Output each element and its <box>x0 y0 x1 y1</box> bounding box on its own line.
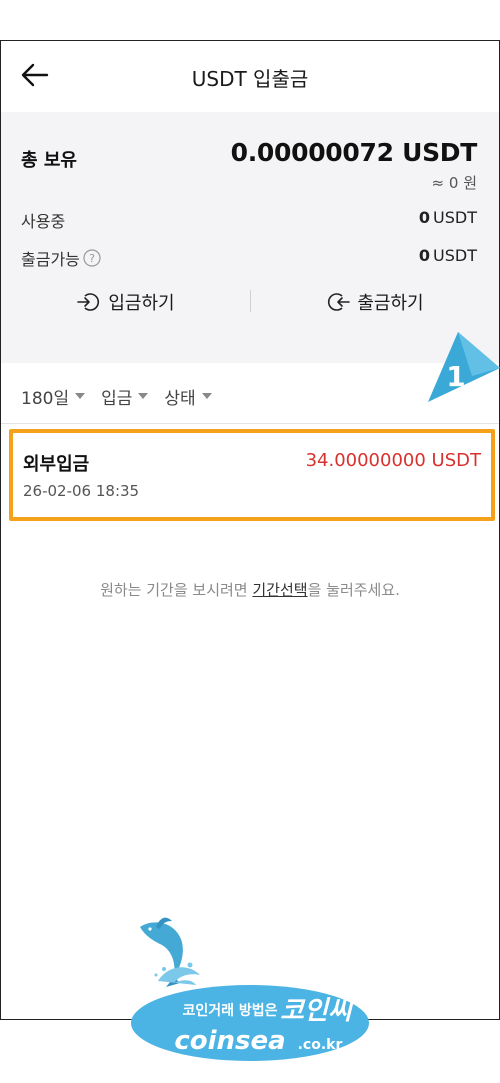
transaction-type: 외부입금 <box>23 454 90 475</box>
total-holdings-value: 0.00000072 USDT <box>230 138 478 167</box>
total-holdings-row: 총 보유 0.00000072 USDT ≈ 0 원 <box>21 138 477 192</box>
dolphin-icon <box>140 917 200 987</box>
withdrawable-value: 0 USDT <box>418 246 477 265</box>
balance-summary: 총 보유 0.00000072 USDT ≈ 0 원 사용중 0 USDT 출금가… <box>1 112 499 363</box>
svg-text:코인씨: 코인씨 <box>280 996 355 1026</box>
withdrawable-label: 출금가능 <box>21 250 80 269</box>
app-screen: USDT 입출금 총 보유 0.00000072 USDT ≈ 0 원 사용중 … <box>0 40 500 1020</box>
transaction-date: 26-02-06 18:35 <box>23 482 140 500</box>
svg-text:.co.kr: .co.kr <box>298 1037 343 1053</box>
filter-bar: 180일 입금 상태 <box>21 383 228 409</box>
caret-down-icon <box>201 393 212 399</box>
deposit-label: 입금하기 <box>108 293 175 314</box>
watermark-logo: 코인거래 방법은 코인씨 coinsea .co.kr <box>131 917 369 1061</box>
caret-down-icon <box>138 393 149 399</box>
krw-equivalent: ≈ 0 원 <box>431 174 477 192</box>
type-filter[interactable]: 입금 <box>101 383 149 409</box>
divider <box>1 423 499 424</box>
total-holdings-label: 총 보유 <box>21 150 77 171</box>
period-hint: 원하는 기간을 보시려면 기간선택을 눌러주세요. <box>100 581 400 599</box>
withdraw-icon <box>328 293 351 311</box>
deposit-icon <box>77 293 100 311</box>
in-use-label: 사용중 <box>21 212 66 231</box>
deposit-button[interactable]: 입금하기 <box>1 282 250 322</box>
action-bar: 입금하기 출금하기 <box>1 282 499 322</box>
header: USDT 입출금 <box>1 41 499 113</box>
page-title: USDT 입출금 <box>191 67 309 91</box>
period-select-link[interactable]: 기간선택 <box>252 581 307 599</box>
svg-text:coinsea: coinsea <box>174 1026 285 1056</box>
transaction-item[interactable]: 외부입금 34.00000000 USDT 26-02-06 18:35 <box>9 429 495 521</box>
withdrawable-row: 출금가능 ? 0 USDT <box>21 246 477 270</box>
in-use-value: 0 USDT <box>418 208 477 227</box>
help-icon[interactable]: ? <box>83 249 101 267</box>
withdraw-button[interactable]: 출금하기 <box>250 282 499 322</box>
period-filter[interactable]: 180일 <box>21 383 86 409</box>
step-number: 1 <box>446 360 465 393</box>
svg-text:코인거래 방법은: 코인거래 방법은 <box>182 1002 277 1019</box>
step-badge: 1 <box>428 332 500 402</box>
transaction-amount: 34.00000000 USDT <box>305 450 481 471</box>
svg-text:?: ? <box>89 252 95 265</box>
withdraw-label: 출금하기 <box>357 293 424 314</box>
in-use-row: 사용중 0 USDT <box>21 208 477 232</box>
withdrawable-label-wrap: 출금가능 ? <box>21 246 101 270</box>
status-filter[interactable]: 상태 <box>164 383 212 409</box>
caret-down-icon <box>75 393 86 399</box>
